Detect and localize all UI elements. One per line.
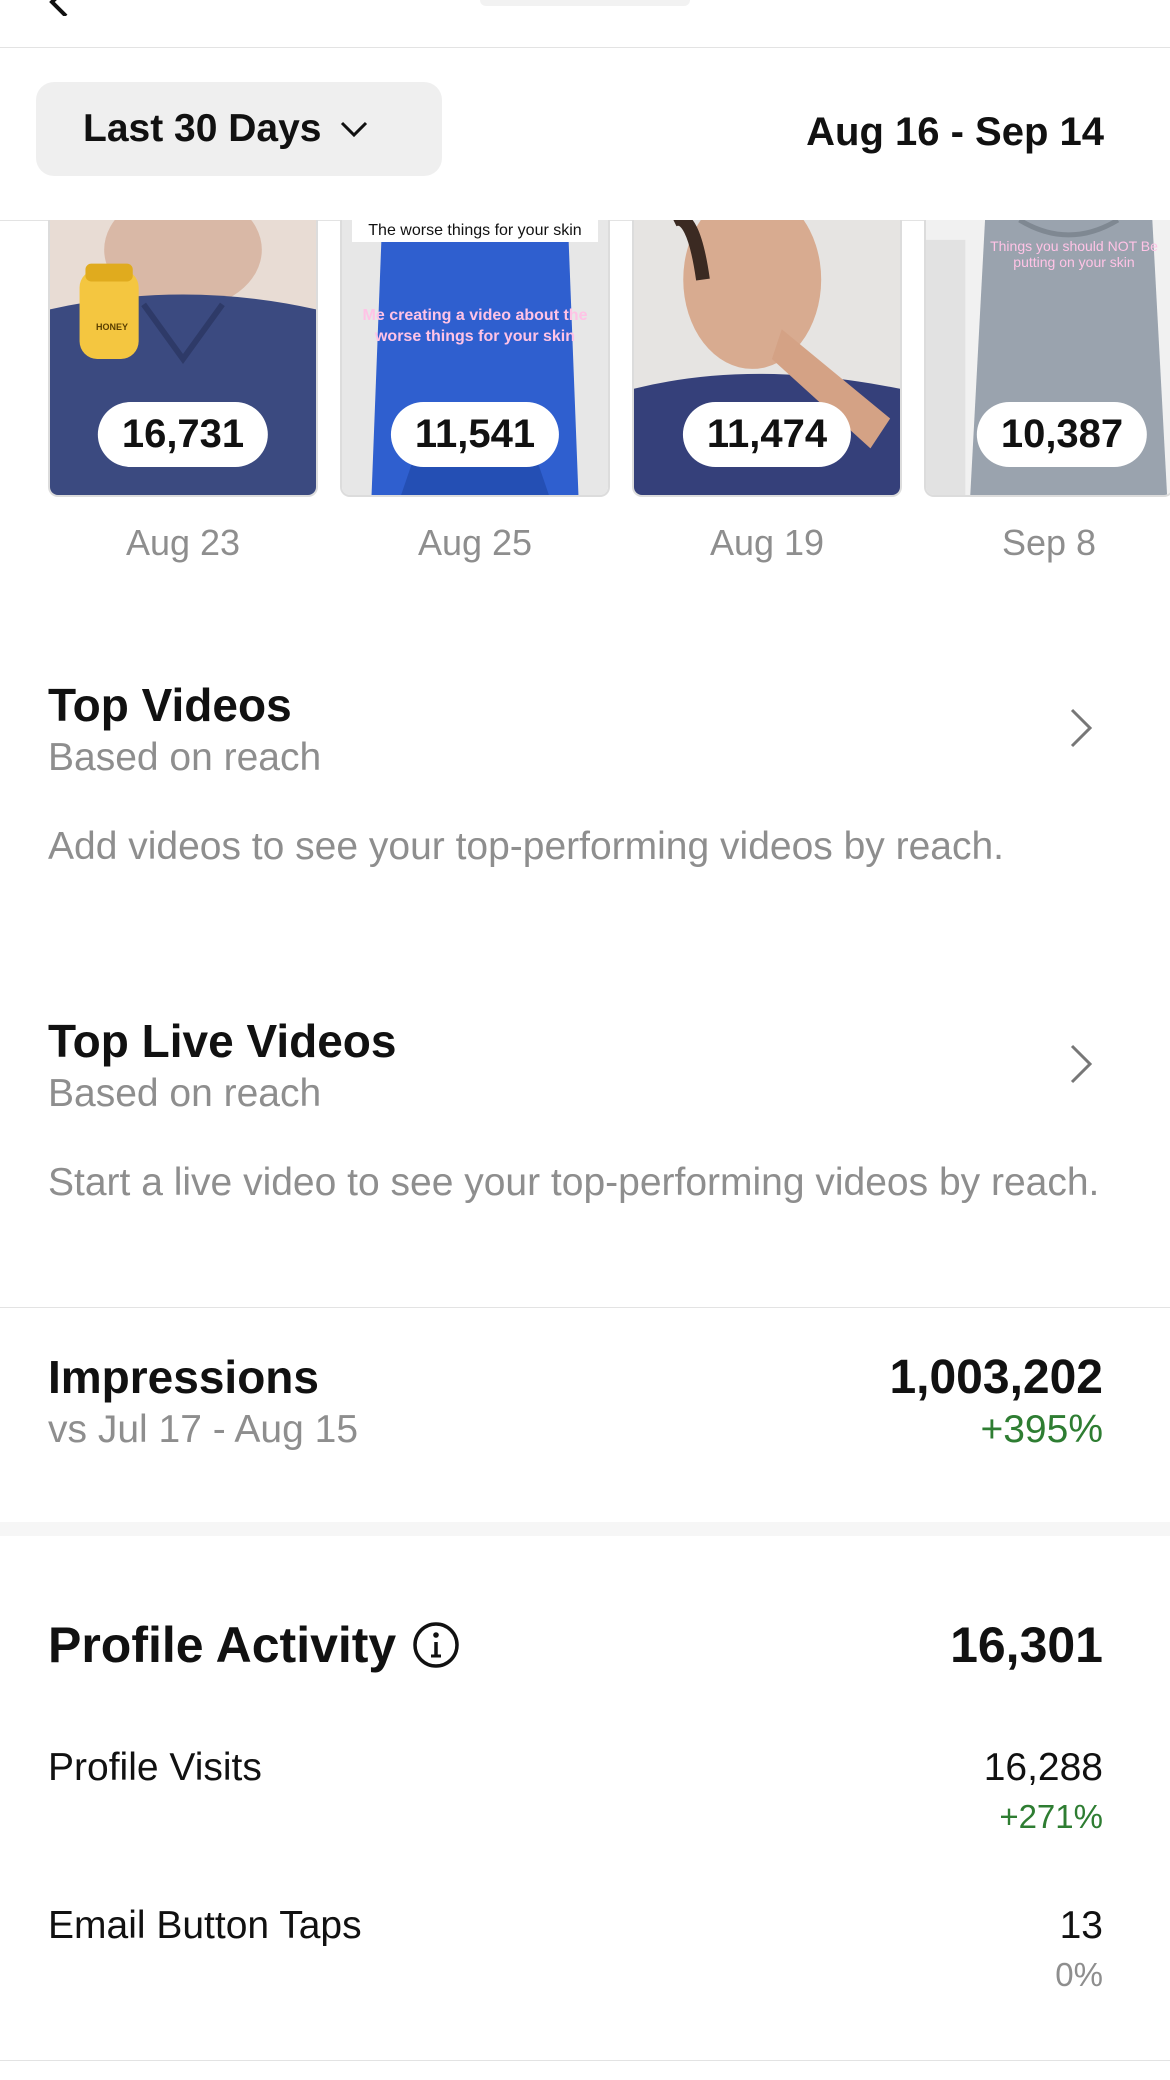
profile-activity-title: Profile Activity [48, 1617, 397, 1673]
date-range-dropdown-label: Last 30 Days [83, 107, 322, 150]
post-date: Aug 25 [417, 522, 533, 563]
top-post-thumbnail[interactable]: Things you should NOT Be putting on your… [924, 220, 1170, 497]
top-post-thumbnail[interactable]: 11,474 [632, 220, 902, 497]
top-videos-subtitle: Based on reach [48, 736, 322, 779]
info-icon[interactable] [411, 1620, 461, 1670]
post-reach-badge: 11,541 [390, 402, 560, 467]
divider [0, 1307, 1170, 1308]
chevron-down-icon [341, 121, 368, 138]
metric-change: +271% [999, 1798, 1103, 1835]
back-arrow-icon[interactable] [44, 0, 74, 16]
top-post-thumbnail[interactable]: HONEY 16,731 [48, 220, 318, 497]
top-videos-title: Top Videos [48, 679, 292, 731]
profile-activity-total: 16,301 [950, 1617, 1103, 1673]
section-separator [0, 1522, 1170, 1536]
chevron-right-icon[interactable] [1068, 1042, 1094, 1086]
chevron-right-icon[interactable] [1068, 706, 1094, 750]
post-date: Aug 19 [709, 522, 825, 563]
date-range-dropdown[interactable]: Last 30 Days [36, 82, 442, 176]
post-caption-overlay: Me creating a video about the worse thin… [362, 307, 588, 345]
post-reach-badge: 16,731 [97, 402, 269, 467]
post-reach-badge: 11,474 [682, 402, 852, 467]
impressions-comparison: vs Jul 17 - Aug 15 [48, 1408, 359, 1451]
metric-label: Profile Visits [48, 1746, 262, 1789]
top-live-videos-title: Top Live Videos [48, 1015, 397, 1067]
date-range-text: Aug 16 - Sep 14 [806, 110, 1104, 154]
impressions-value: 1,003,202 [889, 1351, 1103, 1404]
top-live-videos-description: Start a live video to see your top-perfo… [48, 1161, 1100, 1204]
post-date: Sep 8 [1001, 522, 1097, 563]
honey-label: HONEY [96, 322, 129, 332]
top-videos-description: Add videos to see your top-performing vi… [48, 825, 1005, 868]
post-reach-badge: 10,387 [976, 402, 1148, 467]
metric-label: Email Button Taps [48, 1904, 362, 1947]
metric-value: 13 [1059, 1904, 1103, 1947]
top-posts-carousel[interactable]: HONEY 16,731 The worse things for your s… [0, 220, 1170, 500]
post-caption-top: The worse things for your skin [352, 220, 598, 242]
page-title-cutoff [480, 0, 690, 6]
top-nav-bar [0, 0, 1170, 48]
top-live-videos-subtitle: Based on reach [48, 1072, 322, 1115]
impressions-title: Impressions [48, 1351, 319, 1403]
top-post-thumbnail[interactable]: The worse things for your skin Me creati… [340, 220, 610, 497]
filter-bar: Last 30 Days Aug 16 - Sep 14 [0, 48, 1170, 221]
post-caption-overlay: Things you should NOT Be putting on your… [990, 238, 1158, 270]
impressions-change: +395% [980, 1408, 1103, 1451]
post-date: Aug 23 [125, 522, 241, 563]
metric-change: 0% [1055, 1956, 1103, 1993]
divider [0, 2060, 1170, 2061]
metric-value: 16,288 [983, 1746, 1103, 1789]
